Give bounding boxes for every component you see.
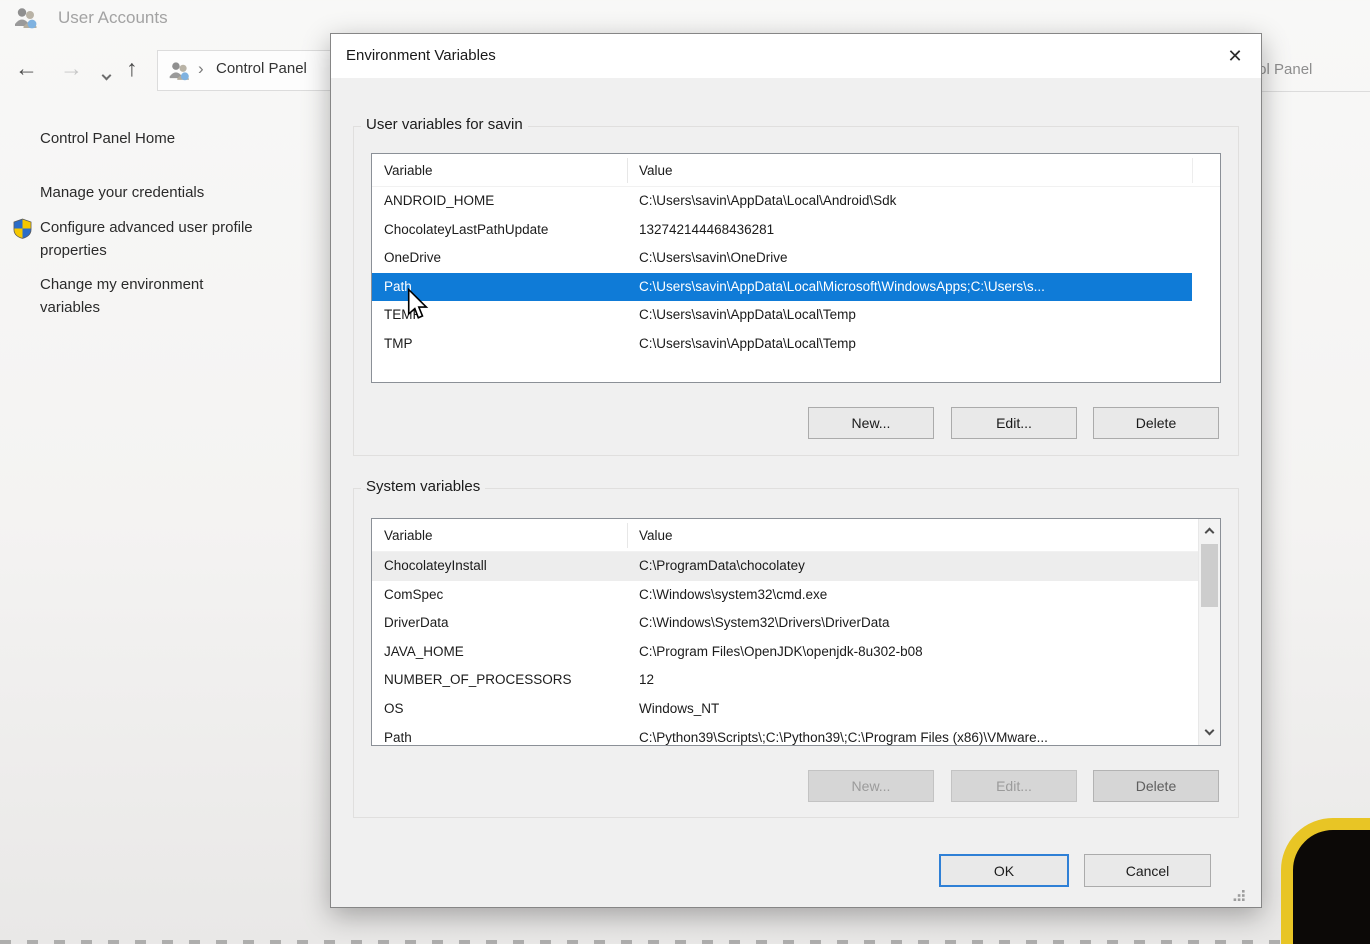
breadcrumb-chevron-icon: ›	[198, 59, 204, 78]
column-variable[interactable]: Variable	[384, 519, 433, 552]
column-separator[interactable]	[627, 523, 628, 548]
user-delete-button[interactable]: Delete	[1093, 407, 1219, 439]
dialog-title: Environment Variables	[346, 47, 496, 64]
table-row[interactable]: TMP C:\Users\savin\AppData\Local\Temp	[372, 330, 1192, 359]
table-row[interactable]: ChocolateyLastPathUpdate 132742144468436…	[372, 216, 1192, 245]
table-row[interactable]: JAVA_HOME C:\Program Files\OpenJDK\openj…	[372, 638, 1198, 667]
clipped-bottom-text	[0, 940, 1370, 944]
column-separator[interactable]	[627, 158, 628, 183]
back-arrow-icon[interactable]: ←	[15, 55, 38, 82]
scrollbar[interactable]	[1198, 519, 1220, 745]
table-row[interactable]: OS Windows_NT	[372, 695, 1198, 724]
column-value[interactable]: Value	[639, 154, 673, 187]
table-row[interactable]: ANDROID_HOME C:\Users\savin\AppData\Loca…	[372, 187, 1192, 216]
resize-grip[interactable]	[1233, 889, 1246, 907]
table-row[interactable]: TEMP C:\Users\savin\AppData\Local\Temp	[372, 301, 1192, 330]
table-row[interactable]: DriverData C:\Windows\System32\Drivers\D…	[372, 609, 1198, 638]
scrollbar-thumb[interactable]	[1201, 544, 1218, 607]
user-new-button[interactable]: New...	[808, 407, 934, 439]
column-separator[interactable]	[1192, 158, 1193, 183]
screen: { "window": { "title": "User Accounts", …	[0, 0, 1370, 944]
forward-arrow-icon: →	[60, 55, 83, 81]
webcam-frame-overlay	[1281, 818, 1370, 944]
user-variables-label: User variables for savin	[361, 116, 528, 133]
window-title: User Accounts	[58, 8, 168, 27]
sidebar-item-configure-profile[interactable]: Configure advanced user profile properti…	[40, 216, 254, 262]
uac-shield-icon	[13, 218, 32, 244]
table-row[interactable]: ComSpec C:\Windows\system32\cmd.exe	[372, 581, 1198, 610]
scrollbar-up-icon[interactable]	[1199, 519, 1220, 543]
table-row[interactable]: NUMBER_OF_PROCESSORS 12	[372, 666, 1198, 695]
history-dropdown-icon[interactable]	[101, 66, 112, 84]
table-row[interactable]: OneDrive C:\Users\savin\OneDrive	[372, 244, 1192, 273]
table-header[interactable]: Variable Value	[372, 154, 1220, 187]
sidebar-item-change-env-variables[interactable]: Change my environment variables	[40, 273, 254, 319]
column-value[interactable]: Value	[639, 519, 673, 552]
users-icon	[167, 59, 192, 88]
dialog-titlebar[interactable]: Environment Variables ✕	[331, 34, 1261, 78]
table-row-selected-path[interactable]: Path C:\Users\savin\AppData\Local\Micros…	[372, 272, 1192, 302]
system-delete-button[interactable]: Delete	[1093, 770, 1219, 802]
system-variables-table[interactable]: Variable Value ChocolateyInstall C:\Prog…	[371, 518, 1221, 746]
table-header[interactable]: Variable Value	[372, 519, 1220, 552]
table-row[interactable]: ChocolateyInstall C:\ProgramData\chocola…	[372, 552, 1198, 581]
sidebar-item-control-panel-home[interactable]: Control Panel Home	[40, 127, 254, 150]
mouse-cursor	[406, 287, 430, 325]
system-new-button: New...	[808, 770, 934, 802]
system-edit-button: Edit...	[951, 770, 1077, 802]
close-icon[interactable]: ✕	[1215, 41, 1255, 71]
system-variables-label: System variables	[361, 478, 486, 495]
table-row[interactable]: Path C:\Python39\Scripts\;C:\Python39\;C…	[372, 724, 1198, 745]
scrollbar-down-icon[interactable]	[1199, 721, 1220, 745]
cancel-button[interactable]: Cancel	[1084, 854, 1211, 887]
ok-button[interactable]: OK	[939, 854, 1069, 887]
user-variables-table[interactable]: Variable Value ANDROID_HOME C:\Users\sav…	[371, 153, 1221, 383]
user-edit-button[interactable]: Edit...	[951, 407, 1077, 439]
column-variable[interactable]: Variable	[384, 154, 433, 187]
environment-variables-dialog: Environment Variables ✕ User variables f…	[330, 33, 1262, 908]
breadcrumb[interactable]: Control Panel	[216, 60, 307, 77]
search-box-underline	[1262, 91, 1370, 92]
up-arrow-icon[interactable]: ↑	[126, 55, 138, 82]
user-accounts-icon	[12, 5, 40, 36]
sidebar-item-manage-credentials[interactable]: Manage your credentials	[40, 181, 254, 204]
